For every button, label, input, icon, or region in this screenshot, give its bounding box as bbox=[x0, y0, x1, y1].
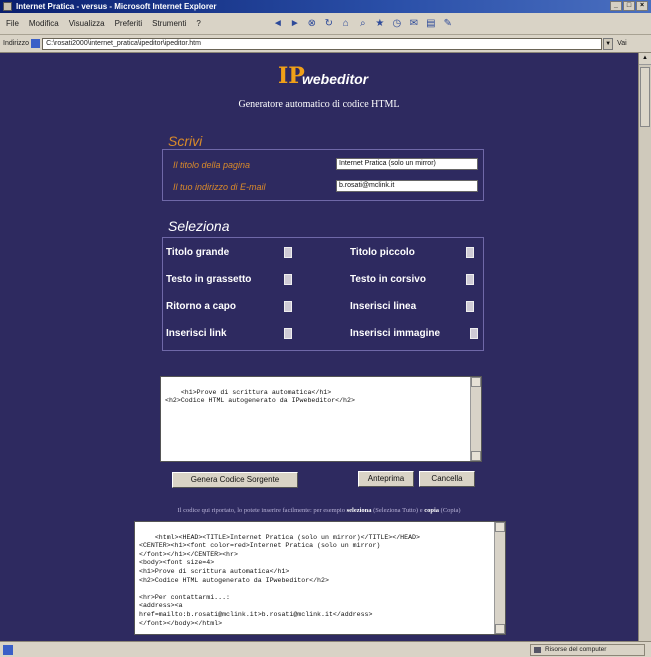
output-scrollbar[interactable] bbox=[494, 522, 505, 634]
option-testo-corsivo[interactable]: Testo in corsivo bbox=[350, 271, 474, 287]
address-dropdown-icon[interactable]: ▼ bbox=[603, 37, 614, 50]
option-label: Inserisci link bbox=[166, 327, 227, 339]
editor-text: <h1>Prove di scrittura automatica</h1> <… bbox=[165, 388, 355, 405]
back-icon[interactable]: ◄ bbox=[271, 17, 285, 31]
page-subtitle: Generatore automatico di codice HTML bbox=[238, 99, 400, 110]
menu-visualizza[interactable]: Visualizza bbox=[69, 19, 105, 28]
close-button[interactable]: × bbox=[636, 1, 648, 11]
forward-icon[interactable]: ► bbox=[288, 17, 302, 31]
inserisci-link-checkbox[interactable] bbox=[284, 327, 292, 339]
output-text: <html><HEAD><TITLE>Internet Pratica (sol… bbox=[139, 533, 420, 627]
ritorno-capo-checkbox[interactable] bbox=[284, 300, 292, 312]
testo-grassetto-checkbox[interactable] bbox=[284, 273, 292, 285]
home-icon[interactable]: ⌂ bbox=[339, 17, 353, 31]
option-testo-grassetto[interactable]: Testo in grassetto bbox=[166, 271, 292, 287]
option-label: Inserisci linea bbox=[350, 300, 417, 312]
toolbar: ◄ ► ⊗ ↻ ⌂ ⌕ ★ ◷ ✉ ▤ ✎ bbox=[271, 17, 455, 31]
print-icon[interactable]: ▤ bbox=[424, 17, 438, 31]
seleziona-panel: Titolo grande Titolo piccolo Testo in gr… bbox=[162, 237, 484, 351]
scrivi-heading: Scrivi bbox=[168, 133, 203, 149]
option-titolo-grande[interactable]: Titolo grande bbox=[166, 244, 292, 260]
address-bar: Indirizzo C:\rosati2000\internet_pratica… bbox=[0, 35, 651, 53]
option-inserisci-immagine[interactable]: Inserisci immagine bbox=[350, 325, 478, 341]
copy-instructions: Il codice qui riportato, lo potete inser… bbox=[0, 507, 638, 514]
inserisci-linea-checkbox[interactable] bbox=[466, 300, 474, 312]
edit-icon[interactable]: ✎ bbox=[441, 17, 455, 31]
email-field[interactable]: b.rosati@mclink.it bbox=[336, 180, 478, 192]
ie-icon[interactable] bbox=[3, 2, 12, 11]
page-content: IP webeditor Generatore automatico di co… bbox=[0, 53, 638, 641]
menu-modifica[interactable]: Modifica bbox=[29, 19, 59, 28]
option-label: Testo in corsivo bbox=[350, 273, 426, 285]
window-titlebar: Internet Pratica - versus - Microsoft In… bbox=[0, 0, 651, 13]
info-select-word: seleziona bbox=[346, 507, 372, 514]
clear-button[interactable]: Cancella bbox=[419, 471, 475, 487]
logo-ip: IP bbox=[278, 63, 305, 89]
option-inserisci-link[interactable]: Inserisci link bbox=[166, 325, 292, 341]
scroll-thumb[interactable] bbox=[640, 67, 650, 127]
address-input[interactable]: C:\rosati2000\internet_pratica\ipeditor\… bbox=[42, 37, 603, 50]
minimize-button[interactable]: _ bbox=[610, 1, 622, 11]
go-button[interactable]: Vai bbox=[617, 40, 627, 47]
page-title-label: Il titolo della pagina bbox=[173, 160, 251, 170]
generate-code-button[interactable]: Genera Codice Sorgente bbox=[172, 472, 298, 488]
testo-corsivo-checkbox[interactable] bbox=[466, 273, 474, 285]
info-prefix: Il codice qui riportato, lo potete inser… bbox=[177, 507, 345, 514]
status-bar: Risorse del computer bbox=[0, 641, 651, 657]
address-label: Indirizzo bbox=[3, 40, 30, 47]
stop-icon[interactable]: ⊗ bbox=[305, 17, 319, 31]
favorites-icon[interactable]: ★ bbox=[373, 17, 387, 31]
email-label: Il tuo indirizzo di E-mail bbox=[173, 182, 266, 192]
scroll-up-icon[interactable]: ▲ bbox=[639, 53, 651, 65]
menubar: File Modifica Visualizza Preferiti Strum… bbox=[0, 13, 651, 35]
info-middle: (Seleziona Tutto) e bbox=[373, 507, 423, 514]
page-scrollbar[interactable]: ▲ bbox=[638, 53, 651, 641]
maximize-button[interactable]: □ bbox=[623, 1, 635, 11]
window-title: Internet Pratica - versus - Microsoft In… bbox=[16, 2, 217, 11]
titolo-grande-checkbox[interactable] bbox=[284, 246, 292, 258]
menu-strumenti[interactable]: Strumenti bbox=[152, 19, 186, 28]
refresh-icon[interactable]: ↻ bbox=[322, 17, 336, 31]
option-label: Titolo piccolo bbox=[350, 246, 415, 258]
info-copy-word: copia bbox=[424, 507, 440, 514]
generated-code-textarea[interactable]: <html><HEAD><TITLE>Internet Pratica (sol… bbox=[134, 521, 506, 635]
window-controls: _ □ × bbox=[610, 1, 648, 11]
option-inserisci-linea[interactable]: Inserisci linea bbox=[350, 298, 474, 314]
ipwebeditor-logo: IP webeditor bbox=[278, 63, 398, 93]
seleziona-heading: Seleziona bbox=[168, 218, 230, 234]
page-title-input[interactable]: Internet Pratica (solo un mirror) bbox=[336, 158, 478, 170]
option-label: Inserisci immagine bbox=[350, 327, 441, 339]
logo-text: webeditor bbox=[302, 71, 369, 87]
mail-icon[interactable]: ✉ bbox=[407, 17, 421, 31]
option-label: Titolo grande bbox=[166, 246, 230, 258]
info-suffix: (Copia) bbox=[440, 507, 461, 514]
menu-help[interactable]: ? bbox=[196, 19, 200, 28]
menu-preferiti[interactable]: Preferiti bbox=[115, 19, 143, 28]
option-ritorno-capo[interactable]: Ritorno a capo bbox=[166, 298, 292, 314]
inserisci-immagine-checkbox[interactable] bbox=[470, 327, 478, 339]
option-label: Ritorno a capo bbox=[166, 300, 237, 312]
preview-button[interactable]: Anteprima bbox=[358, 471, 414, 487]
menu-file[interactable]: File bbox=[6, 19, 19, 28]
html-editor-textarea[interactable]: <h1>Prove di scrittura automatica</h1> <… bbox=[160, 376, 482, 462]
search-icon[interactable]: ⌕ bbox=[356, 17, 370, 31]
scrivi-panel: Il titolo della pagina Internet Pratica … bbox=[162, 149, 484, 201]
page-icon bbox=[31, 39, 41, 48]
option-titolo-piccolo[interactable]: Titolo piccolo bbox=[350, 244, 474, 260]
editor-scrollbar[interactable] bbox=[470, 377, 481, 461]
status-page-icon bbox=[3, 644, 13, 655]
option-label: Testo in grassetto bbox=[166, 273, 252, 285]
security-zone: Risorse del computer bbox=[530, 644, 645, 656]
history-icon[interactable]: ◷ bbox=[390, 17, 404, 31]
titolo-piccolo-checkbox[interactable] bbox=[466, 246, 474, 258]
